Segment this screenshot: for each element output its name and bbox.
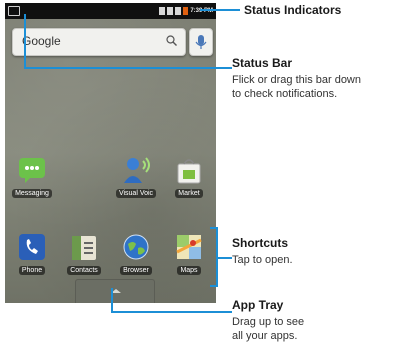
callout-app-tray-line xyxy=(111,311,232,313)
annotation-shortcuts-body: Tap to open. xyxy=(232,254,293,266)
app-browser[interactable]: Browser xyxy=(113,232,159,280)
status-indicators: 7:39 PM xyxy=(159,5,213,17)
app-label: Visual Voic xyxy=(115,189,157,198)
annotation-status-bar-line1: Flick or drag this bar down xyxy=(232,74,361,86)
annotation-status-indicators-title: Status Indicators xyxy=(244,3,342,17)
google-search-widget[interactable]: Google xyxy=(12,28,186,56)
visual-voicemail-icon xyxy=(121,155,151,185)
annotation-status-bar-line2: to check notifications. xyxy=(232,88,338,100)
wifi-icon xyxy=(175,7,182,15)
app-market[interactable]: Market xyxy=(166,155,212,203)
annotation-status-bar-title: Status Bar xyxy=(232,56,293,70)
signal-icon xyxy=(159,7,166,15)
sim-icon xyxy=(8,6,20,16)
annotation-app-tray-line1: Drag up to see xyxy=(232,316,305,328)
callout-status-indicators-line xyxy=(200,9,240,11)
callout-status-bar-line xyxy=(24,67,232,69)
app-messaging[interactable]: Messaging xyxy=(9,155,55,203)
maps-icon xyxy=(174,232,204,262)
search-icon[interactable] xyxy=(166,35,177,46)
app-contacts[interactable]: Contacts xyxy=(61,232,107,280)
search-label: Google xyxy=(22,34,61,48)
messaging-icon xyxy=(17,155,47,185)
phone-icon xyxy=(17,232,47,262)
browser-icon xyxy=(121,232,151,262)
app-label: Phone xyxy=(18,266,46,275)
app-tray-handle[interactable] xyxy=(75,279,155,303)
voice-search-button[interactable] xyxy=(189,28,213,56)
callout-shortcuts-bracket xyxy=(210,227,218,229)
app-label: Contacts xyxy=(67,266,101,275)
phone-screen: 7:39 PM Google Messaging Visual Voic Mar… xyxy=(5,3,216,303)
annotation-app-tray-line2: all your apps. xyxy=(232,330,298,342)
callout-shortcuts-bracket xyxy=(210,285,218,287)
status-bar[interactable]: 7:39 PM xyxy=(5,3,216,19)
app-maps[interactable]: Maps xyxy=(166,232,212,280)
callout-app-tray-line xyxy=(111,288,113,312)
app-label: Messaging xyxy=(12,189,52,198)
app-label: Market xyxy=(175,189,203,198)
annotation-app-tray-title: App Tray xyxy=(232,298,284,312)
app-phone[interactable]: Phone xyxy=(9,232,55,280)
network-icon xyxy=(167,7,174,15)
market-icon xyxy=(174,155,204,185)
app-label: Maps xyxy=(177,266,201,275)
app-label: Browser xyxy=(120,266,152,275)
callout-status-bar-line xyxy=(24,14,26,68)
annotation-shortcuts-title: Shortcuts xyxy=(232,236,289,250)
microphone-icon xyxy=(195,35,207,49)
callout-shortcuts-line xyxy=(216,257,232,259)
contacts-icon xyxy=(69,232,99,262)
battery-icon xyxy=(183,7,189,15)
app-visual-voicemail[interactable]: Visual Voic xyxy=(113,155,159,203)
